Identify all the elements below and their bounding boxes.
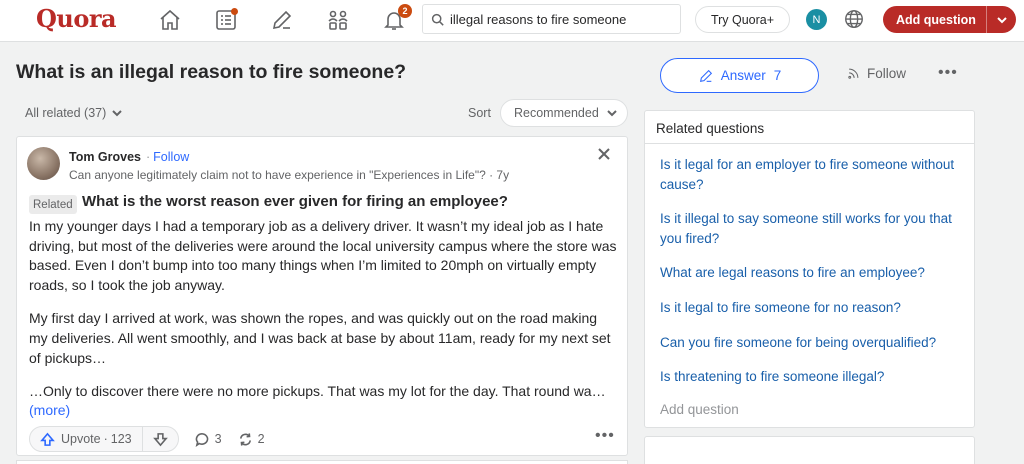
follow-question-button[interactable]: Follow: [846, 66, 906, 81]
user-avatar[interactable]: N: [806, 9, 827, 30]
related-question-link[interactable]: Is it illegal to say someone still works…: [660, 209, 959, 248]
answer-paragraph: My first day I arrived at work, was show…: [29, 310, 611, 366]
separator-dot: ·: [146, 150, 151, 164]
quora-logo[interactable]: Quora: [36, 4, 117, 33]
following-dot-indicator: [231, 8, 238, 15]
reshare-icon: [239, 432, 251, 446]
author-follow-link[interactable]: · Follow: [146, 150, 189, 164]
upvote-label: Upvote: [61, 432, 101, 446]
search-input[interactable]: [450, 11, 670, 27]
spaces-icon[interactable]: [324, 6, 352, 34]
shares-count: 2: [257, 432, 265, 446]
question-title: What is an illegal reason to fire someon…: [16, 61, 407, 83]
comments-count: 3: [214, 432, 222, 446]
chevron-down-icon: [112, 110, 123, 117]
question-more-options-button[interactable]: •••: [938, 64, 958, 82]
related-question-title[interactable]: What is the worst reason ever given for …: [82, 193, 508, 210]
try-quora-plus-button[interactable]: Try Quora+: [695, 6, 790, 33]
related-questions-header: Related questions: [645, 111, 974, 144]
author-avatar[interactable]: [27, 147, 60, 180]
related-question-link[interactable]: What are legal reasons to fire an employ…: [660, 263, 959, 283]
vote-group: Upvote · 123: [29, 426, 179, 452]
chevron-down-icon[interactable]: [987, 14, 1016, 26]
comment-icon: [195, 432, 208, 447]
follow-rss-icon: [848, 68, 859, 79]
answer-card: Tom Groves · Follow Can anyone legitimate…: [16, 136, 628, 456]
upvote-arrow-icon: [40, 432, 55, 446]
related-questions-panel: Related questions Is it legal for an emp…: [644, 110, 975, 428]
search-icon: [431, 13, 444, 26]
sort-dropdown[interactable]: Recommended: [500, 99, 628, 127]
upvote-button[interactable]: Upvote · 123: [30, 427, 143, 451]
chevron-down-icon: [607, 110, 617, 117]
top-nav: Quora 2 Try Quora+ N Add question: [0, 0, 1024, 42]
notifications-badge: 2: [398, 4, 412, 18]
answer-button[interactable]: Answer 7: [660, 58, 819, 93]
close-icon[interactable]: [597, 147, 613, 163]
add-question-label[interactable]: Add question: [883, 6, 987, 33]
answer-body[interactable]: In my younger days I had a temporary job…: [29, 217, 619, 402]
answer-paragraph: In my younger days I had a temporary job…: [29, 218, 617, 293]
answer-icon[interactable]: [268, 6, 296, 34]
separator-dot: ·: [103, 432, 108, 446]
related-question-link[interactable]: Can you fire someone for being overquali…: [660, 333, 959, 353]
globe-icon[interactable]: [843, 8, 867, 32]
answer-more-options-button[interactable]: •••: [595, 427, 615, 445]
related-question-link[interactable]: Is it legal for an employer to fire some…: [660, 155, 959, 194]
add-question-link[interactable]: Add question: [660, 402, 739, 417]
author-credential: Can anyone legitimately claim not to hav…: [69, 168, 510, 182]
read-more-link[interactable]: (more): [29, 402, 70, 418]
following-icon[interactable]: [212, 6, 240, 34]
related-questions-list: Is it legal for an employer to fire some…: [645, 144, 974, 387]
comments-button[interactable]: 3: [195, 432, 222, 447]
sort-label: Sort: [468, 106, 491, 120]
home-icon[interactable]: [156, 6, 184, 34]
search-box[interactable]: [422, 4, 681, 34]
downvote-button[interactable]: [143, 427, 178, 451]
related-question-link[interactable]: Is it legal to fire someone for no reaso…: [660, 298, 959, 318]
notifications-icon[interactable]: 2: [380, 4, 412, 34]
all-related-filter[interactable]: All related (37): [25, 106, 123, 120]
sort-value: Recommended: [514, 106, 599, 120]
author-follow-label: Follow: [153, 150, 190, 164]
add-question-button[interactable]: Add question: [883, 6, 1016, 33]
related-question-link[interactable]: Is threatening to fire someone illegal?: [660, 367, 959, 387]
downvote-arrow-icon: [152, 432, 168, 446]
upvote-count: 123: [110, 432, 132, 446]
answer-pencil-icon: [699, 69, 712, 82]
share-button[interactable]: 2: [238, 432, 265, 447]
author-name[interactable]: Tom Groves: [69, 150, 141, 164]
sidebar-secondary-panel: [644, 436, 975, 464]
answer-paragraph: …Only to discover there were no more pic…: [29, 383, 606, 400]
all-related-label: All related (37): [25, 106, 107, 120]
answer-count: 7: [773, 68, 782, 83]
related-tag: Related: [29, 195, 77, 214]
answer-button-label: Answer: [720, 68, 766, 83]
answer-actions: Upvote · 123 3 2: [29, 426, 265, 452]
next-answer-card: [16, 460, 628, 464]
follow-label: Follow: [867, 66, 907, 81]
